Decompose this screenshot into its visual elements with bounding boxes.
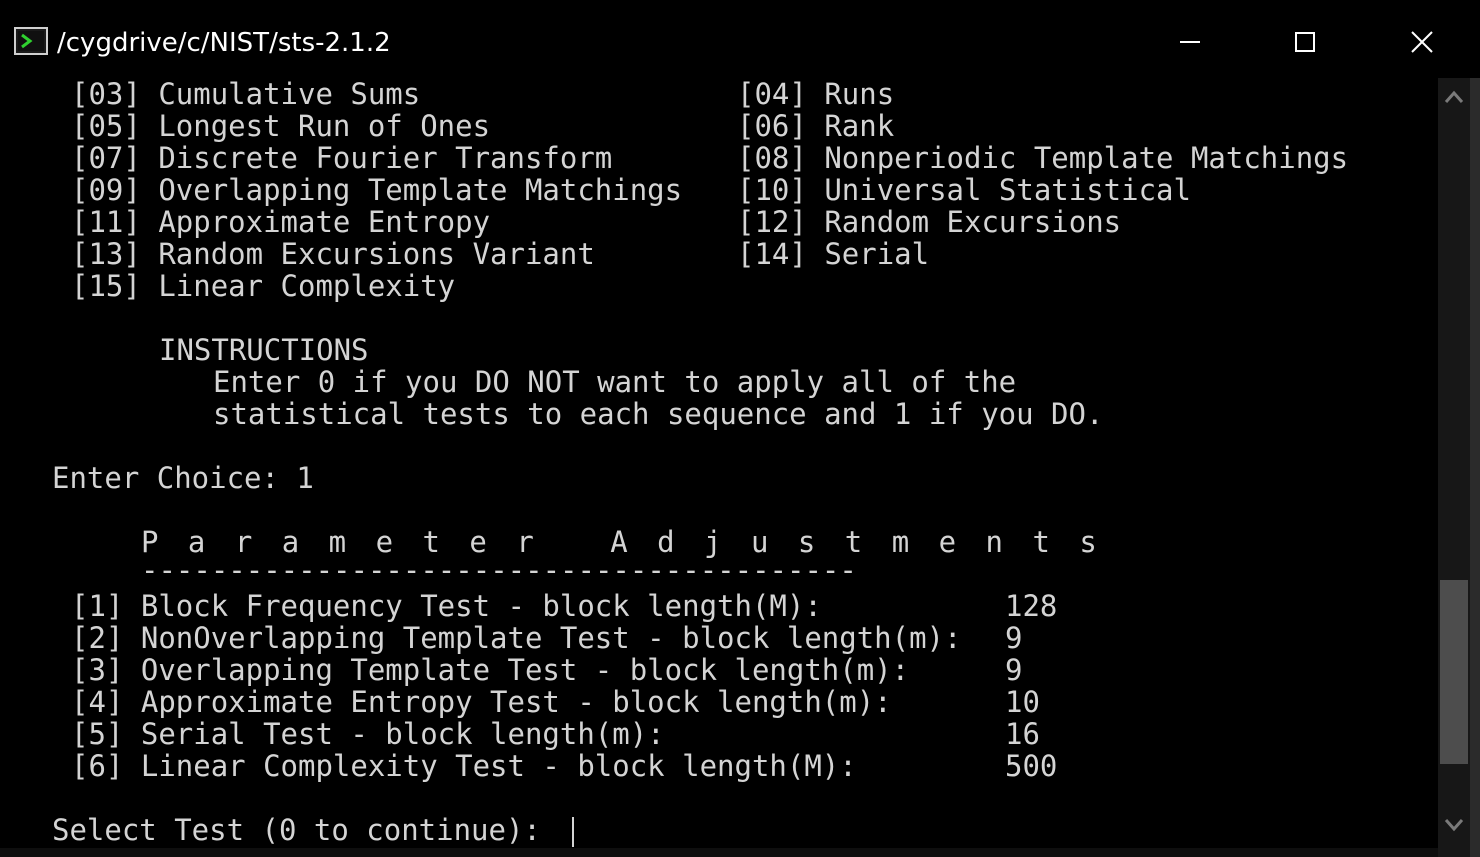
test-name: Random Excursions (824, 205, 1122, 239)
params-divider: ----------------------------------------… (141, 553, 857, 587)
test-name: Universal Statistical (824, 173, 1191, 207)
window-border (1470, 78, 1480, 857)
maximize-button[interactable] (1275, 22, 1335, 62)
test-name: Discrete Fourier Transform (158, 141, 613, 175)
param-number: [3] (71, 653, 124, 687)
instructions-heading: INSTRUCTIONS (159, 333, 369, 367)
param-number: [2] (71, 621, 124, 655)
select-test-prompt: Select Test (0 to continue): (52, 813, 541, 847)
test-item: [06] Rank (737, 110, 894, 142)
test-number: [05] (71, 109, 141, 143)
maximize-icon (1295, 32, 1315, 52)
param-value: 9 (1005, 621, 1023, 655)
test-item: [10] Universal Statistical (737, 174, 1191, 206)
test-name: Linear Complexity (158, 269, 456, 303)
test-name: Overlapping Template Matchings (158, 173, 683, 207)
close-button[interactable] (1392, 22, 1452, 62)
param-number: [5] (71, 717, 124, 751)
param-value: 500 (1005, 749, 1058, 783)
param-text: Block Frequency Test - block length(M): (140, 589, 822, 623)
test-number: [03] (71, 77, 141, 111)
test-number: [09] (71, 173, 141, 207)
test-number: [06] (737, 109, 807, 143)
scroll-track[interactable] (1438, 118, 1470, 806)
test-name: Cumulative Sums (158, 77, 421, 111)
param-label: [2] NonOverlapping Template Test - block… (71, 622, 961, 654)
test-name: Rank (824, 109, 895, 143)
param-label: [5] Serial Test - block length(m): (71, 718, 665, 750)
vertical-scrollbar[interactable] (1438, 78, 1470, 857)
test-item: [11] Approximate Entropy (71, 206, 490, 238)
minimize-button[interactable] (1160, 22, 1220, 62)
param-value: 10 (1005, 685, 1040, 719)
test-item: [14] Serial (737, 238, 929, 270)
param-number: [4] (71, 685, 124, 719)
window-border (0, 848, 1438, 857)
test-number: [11] (71, 205, 141, 239)
param-label: [3] Overlapping Template Test - block le… (71, 654, 909, 686)
param-number: [1] (71, 589, 124, 623)
test-number: [12] (737, 205, 807, 239)
param-label: [4] Approximate Entropy Test - block len… (71, 686, 892, 718)
terminal-window: /cygdrive/c/NIST/sts-2.1.2 [03] Cumulati… (0, 0, 1480, 857)
test-number: [08] (737, 141, 807, 175)
scroll-down-button[interactable] (1438, 806, 1470, 846)
scroll-up-button[interactable] (1438, 78, 1470, 118)
chevron-down-icon (1444, 819, 1464, 832)
param-text: Serial Test - block length(m): (140, 717, 665, 751)
scroll-thumb[interactable] (1440, 580, 1468, 764)
param-value: 128 (1005, 589, 1058, 623)
test-number: [10] (737, 173, 807, 207)
param-text: NonOverlapping Template Test - block len… (140, 621, 962, 655)
test-number: [13] (71, 237, 141, 271)
test-item: [15] Linear Complexity (71, 270, 455, 302)
chevron-up-icon (1444, 90, 1464, 103)
param-text: Approximate Entropy Test - block length(… (140, 685, 892, 719)
test-name: Nonperiodic Template Matchings (824, 141, 1349, 175)
test-item: [09] Overlapping Template Matchings (71, 174, 682, 206)
test-number: [15] (71, 269, 141, 303)
param-number: [6] (71, 749, 124, 783)
param-value: 16 (1005, 717, 1040, 751)
test-item: [03] Cumulative Sums (71, 78, 420, 110)
test-name: Approximate Entropy (158, 205, 491, 239)
instructions-line: statistical tests to each sequence and 1… (213, 397, 1104, 431)
param-text: Linear Complexity Test - block length(M)… (140, 749, 857, 783)
title-bar[interactable]: /cygdrive/c/NIST/sts-2.1.2 (0, 0, 1480, 84)
test-name: Random Excursions Variant (158, 237, 595, 271)
window-title: /cygdrive/c/NIST/sts-2.1.2 (57, 28, 391, 58)
test-name: Serial (824, 237, 930, 271)
test-item: [13] Random Excursions Variant (71, 238, 595, 270)
param-label: [6] Linear Complexity Test - block lengt… (71, 750, 857, 782)
test-number: [04] (737, 77, 807, 111)
choice-prompt: Enter Choice: 1 (52, 461, 314, 495)
test-item: [08] Nonperiodic Template Matchings (737, 142, 1348, 174)
param-value: 9 (1005, 653, 1023, 687)
minimize-icon (1180, 41, 1200, 43)
text-cursor[interactable] (572, 817, 574, 847)
test-item: [12] Random Excursions (737, 206, 1121, 238)
test-name: Longest Run of Ones (158, 109, 491, 143)
close-icon (1411, 31, 1433, 53)
cygwin-terminal-icon[interactable] (14, 27, 48, 55)
test-item: [07] Discrete Fourier Transform (71, 142, 612, 174)
instructions-line: Enter 0 if you DO NOT want to apply all … (213, 365, 1017, 399)
test-number: [14] (737, 237, 807, 271)
terminal-output[interactable]: [03] Cumulative Sums [04] Runs [05] Long… (0, 78, 1438, 857)
param-text: Overlapping Template Test - block length… (140, 653, 910, 687)
test-item: [04] Runs (737, 78, 894, 110)
test-name: Runs (824, 77, 895, 111)
test-number: [07] (71, 141, 141, 175)
param-label: [1] Block Frequency Test - block length(… (71, 590, 822, 622)
test-item: [05] Longest Run of Ones (71, 110, 490, 142)
